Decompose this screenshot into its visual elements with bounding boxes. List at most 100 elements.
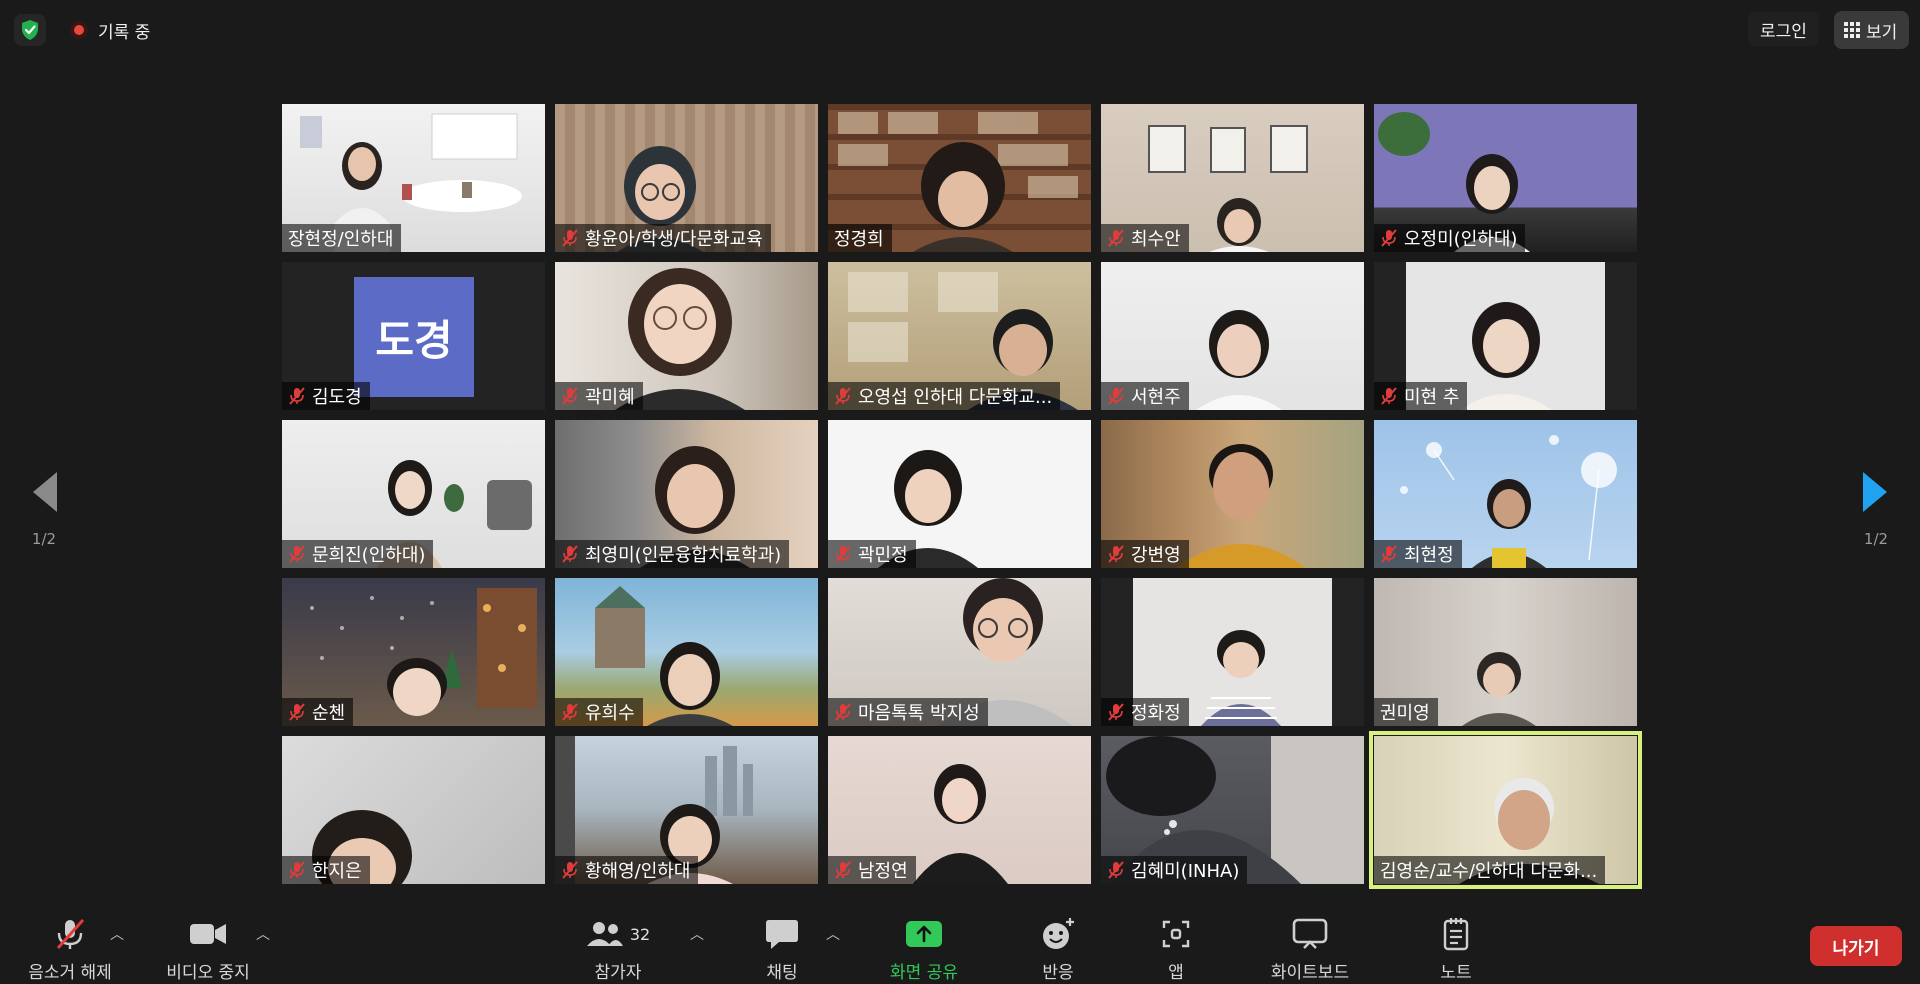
next-page-arrow-icon[interactable] — [1861, 470, 1891, 514]
muted-mic-icon — [1107, 229, 1125, 247]
participant-tile[interactable]: 황해영/인하대 — [555, 736, 818, 884]
participant-tile[interactable]: 순첸 — [282, 578, 545, 726]
participant-name: 유희수 — [585, 703, 635, 724]
whiteboard-button[interactable]: 화이트보드 — [1240, 916, 1380, 983]
meeting-toolbar: 음소거 해제 ︿ 비디오 중지 ︿ 32 참가자 ︿ 채팅 ︿ 화면 공유 반응… — [0, 904, 1920, 984]
participant-tile[interactable]: 강변영 — [1101, 420, 1364, 568]
muted-mic-icon — [1107, 387, 1125, 405]
video-gallery: 장현정/인하대 황윤아/학생/다문화교육 정경희 최수안 오정미(인하대) 도경… — [282, 104, 1642, 889]
muted-mic-icon — [834, 387, 852, 405]
muted-mic-icon — [288, 703, 306, 721]
participant-tile[interactable]: 문희진(인하대) — [282, 420, 545, 568]
participant-tile[interactable]: 정경희 — [828, 104, 1091, 252]
leave-meeting-button[interactable]: 나가기 — [1810, 926, 1902, 966]
participant-name: 황해영/인하대 — [585, 861, 691, 882]
previous-page-arrow-icon[interactable] — [29, 470, 59, 514]
participant-name-bar: 곽민정 — [828, 540, 916, 568]
participant-tile[interactable]: 오영섭 인하대 다문화교... — [828, 262, 1091, 410]
participant-name-bar: 강변영 — [1101, 540, 1189, 568]
participant-name-bar: 오영섭 인하대 다문화교... — [828, 382, 1061, 410]
participant-tile[interactable]: 정화정 — [1101, 578, 1364, 726]
participant-name: 황윤아/학생/다문화교육 — [585, 229, 763, 250]
muted-mic-icon — [1380, 229, 1398, 247]
participants-button[interactable]: 32 참가자 — [548, 916, 688, 983]
notes-icon — [1443, 918, 1469, 951]
muted-mic-icon — [1107, 703, 1125, 721]
participant-tile[interactable]: 곽미혜 — [555, 262, 818, 410]
participant-name-bar: 권미영 — [1374, 698, 1438, 726]
video-options-caret-icon[interactable]: ︿ — [256, 924, 270, 944]
participants-options-caret-icon[interactable]: ︿ — [690, 924, 704, 944]
login-button[interactable]: 로그인 — [1748, 12, 1819, 46]
participant-tile[interactable]: 남정연 — [828, 736, 1091, 884]
participants-icon — [586, 922, 623, 946]
participant-tile[interactable]: 황윤아/학생/다문화교육 — [555, 104, 818, 252]
muted-mic-icon — [561, 703, 579, 721]
recording-dot-icon — [70, 21, 88, 39]
participant-tile[interactable]: 최수안 — [1101, 104, 1364, 252]
notes-button[interactable]: 노트 — [1386, 916, 1526, 983]
audio-options-caret-icon[interactable]: ︿ — [110, 924, 124, 944]
participant-name-bar: 미현 추 — [1374, 382, 1468, 410]
muted-mic-icon — [1380, 387, 1398, 405]
participant-name-bar: 장현정/인하대 — [282, 224, 402, 252]
participant-tile[interactable]: 유희수 — [555, 578, 818, 726]
participant-name-bar: 곽미혜 — [555, 382, 643, 410]
page-indicator: 1/2 — [1863, 530, 1889, 548]
active-speaker-tile[interactable]: 김영순/교수/인하대 다문화... — [1369, 731, 1642, 889]
participant-name: 문희진(인하대) — [312, 545, 426, 566]
muted-mic-icon — [561, 387, 579, 405]
participant-tile[interactable]: 마음톡톡 박지성 — [828, 578, 1091, 726]
whiteboard-label: 화이트보드 — [1270, 963, 1350, 983]
participant-name-bar: 정경희 — [828, 224, 892, 252]
participant-name: 서현주 — [1131, 387, 1181, 408]
participant-name-bar: 김혜미(INHA) — [1101, 856, 1248, 884]
participant-tile[interactable]: 곽민정 — [828, 420, 1091, 568]
participant-name-bar: 최수안 — [1101, 224, 1189, 252]
recording-label: 기록 중 — [98, 22, 151, 43]
participant-name: 한지은 — [312, 861, 362, 882]
chat-icon — [766, 920, 798, 949]
reaction-smiley-icon — [1043, 918, 1074, 949]
muted-mic-icon — [288, 861, 306, 879]
participant-name: 최수안 — [1131, 229, 1181, 250]
participant-tile[interactable]: 서현주 — [1101, 262, 1364, 410]
participant-tile[interactable]: 최영미(인문융합치료학과) — [555, 420, 818, 568]
participants-label: 참가자 — [594, 963, 642, 983]
encryption-shield-icon[interactable] — [14, 14, 46, 46]
participant-name: 권미영 — [1380, 703, 1430, 724]
muted-mic-icon — [834, 545, 852, 563]
participant-name: 최영미(인문융합치료학과) — [585, 545, 782, 566]
participant-tile[interactable]: 한지은 — [282, 736, 545, 884]
grid-view-icon — [1844, 22, 1860, 38]
participant-tile[interactable]: 김혜미(INHA) — [1101, 736, 1364, 884]
share-screen-label: 화면 공유 — [890, 963, 958, 983]
view-label: 보기 — [1866, 22, 1898, 43]
recording-indicator[interactable]: 기록 중 — [62, 14, 162, 46]
muted-mic-icon — [288, 545, 306, 563]
participant-name: 마음톡톡 박지성 — [858, 703, 980, 724]
participant-tile[interactable]: 미현 추 — [1374, 262, 1637, 410]
participant-name: 정경희 — [834, 229, 884, 250]
participant-name-bar: 김영순/교수/인하대 다문화... — [1374, 856, 1606, 884]
participant-name-bar: 오정미(인하대) — [1374, 224, 1526, 252]
participant-tile[interactable]: 최현정 — [1374, 420, 1637, 568]
participant-name: 장현정/인하대 — [288, 229, 394, 250]
participant-tile[interactable]: 도경 김도경 — [282, 262, 545, 410]
muted-mic-icon — [561, 229, 579, 247]
participant-tile[interactable]: 권미영 — [1374, 578, 1637, 726]
view-button[interactable]: 보기 — [1834, 11, 1910, 49]
participant-name-bar: 순첸 — [282, 698, 354, 726]
share-screen-button[interactable]: 화면 공유 — [854, 916, 994, 983]
participant-name-bar: 서현주 — [1101, 382, 1189, 410]
participant-tile[interactable]: 장현정/인하대 — [282, 104, 545, 252]
apps-button[interactable]: 앱 — [1106, 916, 1246, 983]
participant-name: 정화정 — [1131, 703, 1181, 724]
participant-name: 순첸 — [312, 703, 346, 724]
participant-tile[interactable]: 오정미(인하대) — [1374, 104, 1637, 252]
next-page-nav: 1/2 — [1854, 470, 1898, 548]
chat-options-caret-icon[interactable]: ︿ — [826, 924, 840, 944]
participant-name: 강변영 — [1131, 545, 1181, 566]
participant-name: 오영섭 인하대 다문화교... — [858, 387, 1053, 408]
video-camera-icon — [190, 924, 226, 944]
